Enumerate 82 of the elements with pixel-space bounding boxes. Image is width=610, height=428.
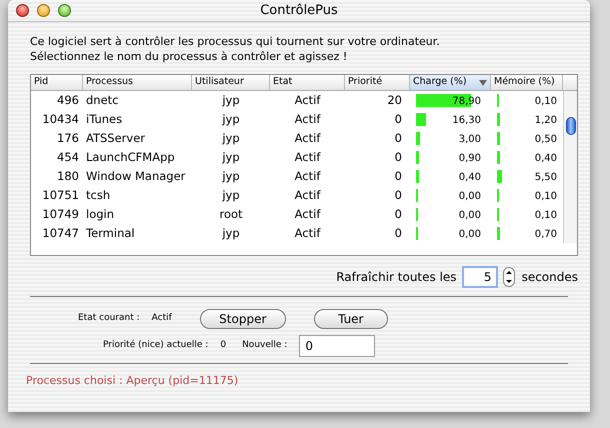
process-name-cell-text: Window Manager — [85, 168, 186, 185]
state-cell-text: Actif — [294, 130, 322, 147]
memory-cell-text: 0,50 — [534, 133, 557, 147]
priority-cell-text: 0 — [394, 130, 403, 147]
charge-cell-text: 0,90 — [458, 152, 481, 166]
pid-cell-text: 496 — [56, 92, 80, 109]
process-name-cell-text: iTunes — [85, 110, 124, 128]
memory-cell-text: 0,40 — [534, 152, 557, 166]
pid-cell-text: 10749 — [41, 206, 80, 223]
charge-cell-text: 16,30 — [452, 114, 481, 128]
state-cell-text: Actif — [294, 206, 322, 223]
user-cell-text: jyp — [221, 186, 241, 204]
intro-text: Ce logiciel sert à contrôler les processus qui tournent sur votre ordinateur. — [30, 34, 441, 49]
state-cell-text: Actif — [294, 224, 322, 242]
charge-cell-text: 3,00 — [458, 133, 481, 147]
user-cell-text: jyp — [221, 130, 241, 147]
interval-field[interactable]: 5 — [462, 266, 498, 288]
process-name-cell-text: ATSServer — [85, 130, 146, 147]
zoom-icon[interactable] — [58, 4, 71, 17]
column-header[interactable]: Utilisateur — [192, 75, 270, 90]
new-priority-label: Nouvelle : — [242, 339, 288, 352]
priority-label: Priorité (nice) actuelle : — [103, 339, 208, 352]
priority-cell-text: 0 — [394, 206, 403, 223]
stop-button[interactable]: Stopper — [200, 309, 286, 329]
unit-label: secondes — [522, 269, 578, 286]
intro-text: Sélectionnez le nom du processus à contrôler et agissez ! — [30, 49, 348, 64]
current-state-value: Actif — [152, 312, 172, 326]
refresh-label: Rafraîchir toutes les — [336, 269, 457, 286]
process-name-cell-text: Terminal — [85, 224, 136, 242]
column-header[interactable]: Charge (%) — [410, 75, 491, 90]
user-cell-text: jyp — [221, 92, 241, 109]
current-state-label: Etat courant : — [78, 312, 140, 326]
priority-value: 0 — [220, 339, 226, 352]
column-header[interactable]: Processus — [83, 75, 192, 90]
memory-cell-text: 0,10 — [534, 95, 557, 109]
priority-cell-text: 0 — [394, 168, 403, 185]
memory-cell-text: 5,50 — [534, 171, 557, 185]
priority-cell-text: 0 — [394, 186, 403, 204]
user-cell-text: root — [218, 206, 244, 223]
sort-descending-icon — [479, 80, 487, 86]
state-cell-text: Actif — [294, 168, 322, 185]
charge-cell-text: 0,40 — [458, 171, 481, 185]
user-cell-text: jyp — [221, 148, 241, 166]
kill-button[interactable]: Tuer — [314, 309, 388, 329]
memory-cell-text: 0,10 — [534, 190, 557, 204]
memory-cell-text: 0,10 — [534, 209, 557, 223]
column-header[interactable]: Pid — [31, 75, 83, 90]
pid-cell-text: 180 — [56, 168, 80, 185]
priority-cell-text: 20 — [386, 92, 403, 109]
close-icon[interactable] — [16, 4, 29, 17]
new-priority-field[interactable]: 0 — [299, 335, 376, 357]
priority-cell-text: 0 — [394, 110, 403, 128]
priority-cell-text: 0 — [394, 224, 403, 242]
pid-cell-text: 10434 — [41, 110, 80, 128]
memory-cell-text: 0,70 — [534, 228, 557, 242]
user-cell-text: jyp — [221, 110, 241, 128]
pid-cell-text: 10751 — [41, 186, 80, 204]
pid-cell-text: 10747 — [41, 224, 80, 242]
user-cell-text: jyp — [221, 224, 241, 242]
state-cell-text: Actif — [294, 186, 322, 204]
window-title: ContrôlePus — [260, 2, 338, 20]
scrollbar[interactable] — [563, 91, 577, 243]
charge-cell-text: 0,00 — [458, 209, 481, 223]
minimize-icon[interactable] — [37, 4, 50, 17]
status-text: Processus choisi : Aperçu (pid=11175) — [26, 373, 240, 389]
state-cell-text: Actif — [294, 92, 322, 109]
stepper-control[interactable] — [502, 267, 515, 287]
pid-cell-text: 454 — [56, 148, 80, 166]
memory-cell-text: 1,20 — [534, 114, 557, 128]
charge-cell-text: 0,00 — [458, 190, 481, 204]
process-name-cell-text: LaunchCFMApp — [85, 148, 176, 166]
priority-cell-text: 0 — [394, 148, 403, 166]
user-cell-text: jyp — [221, 168, 241, 185]
process-name-cell-text: tcsh — [85, 186, 112, 204]
pid-cell-text: 176 — [56, 130, 80, 147]
process-name-cell-text: dnetc — [85, 92, 120, 109]
column-header[interactable]: Etat — [270, 75, 345, 90]
charge-cell-text: 0,00 — [458, 228, 481, 242]
column-header[interactable]: Mémoire (%) — [491, 75, 563, 90]
process-name-cell-text: login — [85, 206, 116, 223]
state-cell-text: Actif — [294, 110, 322, 128]
state-cell-text: Actif — [294, 148, 322, 166]
